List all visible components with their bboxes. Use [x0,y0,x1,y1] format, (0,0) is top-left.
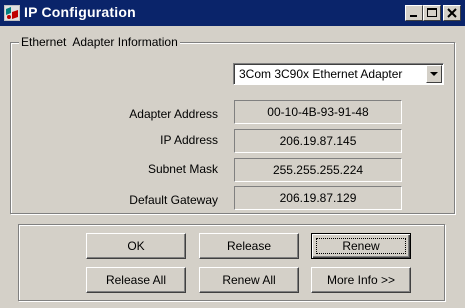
default-gateway-value: 206.19.87.129 [234,186,402,210]
renew-button-label: Renew [342,239,380,253]
more-info-button-label: More Info >> [326,273,396,287]
chevron-down-icon [430,72,438,76]
adapter-info-legend: Ethernet Adapter Information [19,35,180,49]
title-bar[interactable]: IP Configuration [0,0,465,26]
renew-all-button[interactable]: Renew All [199,267,299,293]
close-button[interactable] [443,5,461,21]
release-all-button-label: Release All [105,273,167,287]
renew-all-button-label: Renew All [222,273,276,287]
release-button-label: Release [226,239,272,253]
renew-button[interactable]: Renew [311,233,411,259]
ok-button[interactable]: OK [86,233,186,259]
network-config-icon [4,5,20,21]
adapter-select-value: 3Com 3C90x Ethernet Adapter [239,67,403,81]
release-all-button[interactable]: Release All [86,267,186,293]
default-gateway-label: Default Gateway [129,193,218,207]
adapter-address-value: 00-10-4B-93-91-48 [234,100,402,124]
more-info-button[interactable]: More Info >> [311,267,411,293]
window-title: IP Configuration [24,4,136,20]
ip-address-label: IP Address [160,133,218,147]
subnet-mask-label: Subnet Mask [147,162,218,176]
ok-button-label: OK [127,239,145,253]
close-icon [447,8,457,18]
maximize-button[interactable] [423,5,441,21]
ip-configuration-window: IP Configuration Ethernet Adapter Inform… [0,0,465,308]
adapter-select-dropdown-button[interactable] [426,65,442,83]
maximize-icon [427,8,437,17]
minimize-button[interactable] [405,5,423,21]
ip-address-value: 206.19.87.145 [234,129,402,153]
adapter-select[interactable]: 3Com 3C90x Ethernet Adapter [233,63,444,85]
release-button[interactable]: Release [199,233,299,259]
subnet-mask-value: 255.255.255.224 [234,158,402,182]
adapter-address-label: Adapter Address [129,107,218,121]
minimize-icon [410,15,417,17]
